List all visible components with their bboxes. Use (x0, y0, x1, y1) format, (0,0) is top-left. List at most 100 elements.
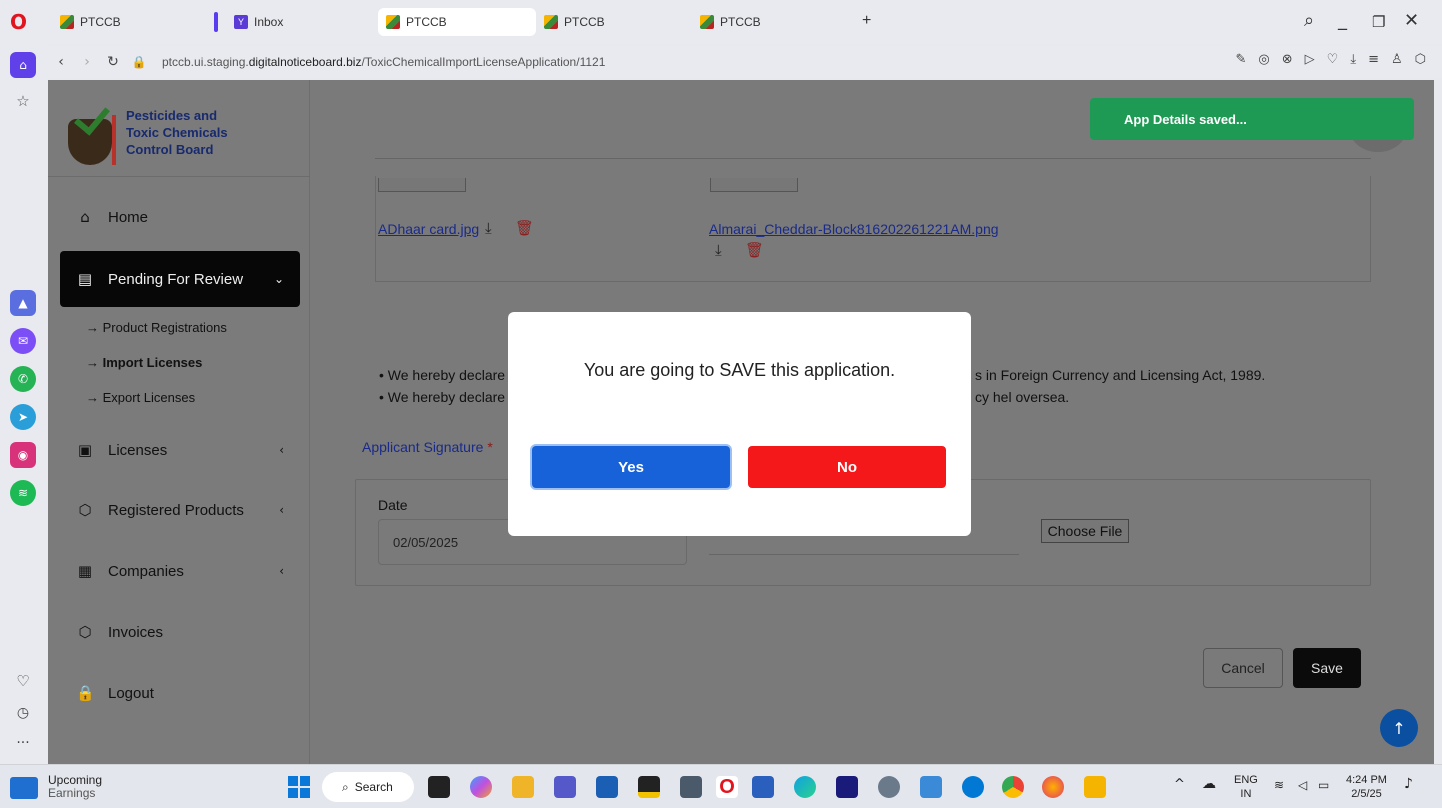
tab-inbox[interactable]: Y Inbox (214, 8, 376, 36)
whatsapp-icon[interactable]: ✆ (10, 366, 36, 392)
sidebar-item-home[interactable]: ⌂ Home (60, 190, 300, 244)
minimize-icon[interactable]: _ (1338, 10, 1347, 31)
opera-sidebar: ⌂ ☆ ▲ ✉ ✆ ➤ ◉ ≋ ♡ ◷ ··· (0, 44, 48, 764)
wifi-icon[interactable]: ≋ (1274, 778, 1284, 792)
notification-bell-icon[interactable]: ♪ (1404, 777, 1413, 791)
trash-icon[interactable]: 🗑 (745, 241, 764, 259)
yes-button[interactable]: Yes (532, 446, 730, 488)
taskbar-search[interactable]: ⌕ Search (322, 772, 414, 802)
volume-icon[interactable]: ◁ (1298, 778, 1307, 792)
teams-icon[interactable] (554, 776, 576, 798)
tab-ptccb-3[interactable]: PTCCB (536, 8, 686, 36)
sidebar-item-pending-for-review[interactable]: ▤ Pending For Review ⌄ (60, 251, 300, 307)
photos-icon[interactable] (920, 776, 942, 798)
stocks-widget-icon[interactable] (10, 777, 38, 799)
onedrive-icon[interactable]: ☁ (1202, 777, 1216, 791)
history-icon[interactable]: ◷ (10, 700, 36, 726)
chrome-icon[interactable] (1002, 776, 1024, 798)
task-view-icon[interactable] (428, 776, 450, 798)
declaration-line-2-start: • We hereby declare (379, 389, 506, 405)
chevron-up-icon[interactable]: ^ (1174, 778, 1185, 792)
tab-ptccb-4[interactable]: PTCCB (692, 8, 842, 36)
telegram-icon[interactable]: ➤ (10, 404, 36, 430)
menu-icon[interactable]: ≡ (1368, 52, 1379, 67)
download-icon[interactable]: ⤓ (715, 241, 722, 259)
star-icon[interactable]: ☆ (10, 88, 36, 114)
widget-text[interactable]: Upcoming Earnings (48, 774, 102, 800)
choose-file-button[interactable]: Choose File (1041, 519, 1129, 543)
sticky-notes-icon[interactable] (638, 776, 660, 798)
search-icon: ⌕ (342, 779, 349, 794)
no-button[interactable]: No (748, 446, 946, 488)
restore-icon[interactable]: ❐ (1372, 13, 1385, 31)
chevron-down-icon: ⌄ (273, 272, 284, 286)
invoice-icon: ⬡ (78, 623, 92, 641)
back-arrow-icon[interactable]: ‹ (48, 54, 74, 70)
scroll-to-top-button[interactable]: ↑ (1380, 709, 1418, 747)
messenger-icon[interactable]: ✉ (10, 328, 36, 354)
instagram-icon[interactable]: ◉ (10, 442, 36, 468)
spotify-icon[interactable]: ≋ (10, 480, 36, 506)
download-icon[interactable]: ⤓ (485, 219, 492, 237)
attachment-link-2[interactable]: Almarai_Cheddar-Block816202261221AM.png (709, 221, 999, 237)
opera-taskbar-icon[interactable]: O (716, 776, 738, 798)
settings-gear-icon[interactable] (878, 776, 900, 798)
trash-icon[interactable]: 🗑 (515, 219, 534, 237)
ptccb-logo: Pesticides and Toxic Chemicals Control B… (62, 94, 282, 170)
ptccb-favicon-icon (60, 15, 74, 29)
close-icon[interactable]: ✕ (1404, 10, 1419, 31)
edge-icon[interactable] (794, 776, 816, 798)
date-label: Date (378, 497, 408, 513)
windows-start-icon[interactable] (288, 776, 310, 798)
opera-logo-icon[interactable]: O (10, 12, 28, 32)
home-icon[interactable]: ⌂ (10, 52, 36, 78)
word-icon[interactable] (752, 776, 774, 798)
calculator-icon[interactable] (680, 776, 702, 798)
reload-icon[interactable]: ↻ (100, 54, 126, 70)
sidebar-item-registered-products[interactable]: ⬡ Registered Products ‹ (60, 483, 300, 537)
attachment-link-1[interactable]: ADhaar card.jpg (378, 221, 479, 237)
firefox-icon[interactable] (1042, 776, 1064, 798)
declaration-line-1-end: s in Foreign Currency and Licensing Act,… (975, 367, 1266, 383)
heart-icon[interactable]: ♡ (1327, 52, 1339, 67)
heart-icon[interactable]: ♡ (10, 668, 36, 694)
download-icon[interactable]: ⤓ (1350, 52, 1356, 67)
signature-underline (709, 554, 1019, 555)
skype-icon[interactable] (962, 776, 984, 798)
ptccb-favicon-icon (386, 15, 400, 29)
store-icon[interactable] (596, 776, 618, 798)
language-indicator[interactable]: ENG IN (1234, 773, 1258, 801)
declaration-line-2-end: cy hel oversea. (975, 389, 1070, 405)
forward-arrow-icon[interactable]: › (74, 54, 100, 70)
cube-icon[interactable]: ⬡ (1415, 52, 1426, 67)
camera-icon[interactable]: ◎ (1258, 52, 1269, 67)
declaration-line-1-start: • We hereby declare (379, 367, 506, 383)
url-field[interactable]: ptccb.ui.staging.digitalnoticeboard.biz/… (162, 55, 605, 69)
tab-ptccb-active[interactable]: PTCCB (378, 8, 536, 36)
new-tab-plus-icon[interactable]: + (862, 12, 871, 30)
sidebar-item-companies[interactable]: ▦ Companies ‹ (60, 544, 300, 598)
file-explorer-icon[interactable] (512, 776, 534, 798)
aria-icon[interactable]: ▲ (10, 290, 36, 316)
app-sidebar: Pesticides and Toxic Chemicals Control B… (48, 80, 310, 764)
sidebar-subitem-export-licenses[interactable]: → Export Licenses (86, 390, 195, 405)
battery-icon[interactable]: ▭ (1318, 778, 1329, 792)
save-button[interactable]: Save (1293, 648, 1361, 688)
clock[interactable]: 4:24 PM 2/5/25 (1346, 773, 1387, 801)
copilot-icon[interactable] (470, 776, 492, 798)
app-icon[interactable] (1084, 776, 1106, 798)
sidebar-subitem-import-licenses[interactable]: → Import Licenses (86, 355, 202, 370)
ide-icon[interactable] (836, 776, 858, 798)
more-icon[interactable]: ··· (10, 730, 36, 756)
edit-icon[interactable]: ✎ (1236, 52, 1247, 67)
sidebar-subitem-product-registrations[interactable]: → Product Registrations (86, 320, 227, 335)
shield-icon[interactable]: ⊗ (1282, 52, 1293, 67)
sidebar-item-logout[interactable]: 🔒 Logout (60, 666, 300, 720)
play-icon[interactable]: ▷ (1305, 52, 1315, 67)
sidebar-item-licenses[interactable]: ▣ Licenses ‹ (60, 423, 300, 477)
cancel-button[interactable]: Cancel (1203, 648, 1283, 688)
sidebar-item-invoices[interactable]: ⬡ Invoices (60, 605, 300, 659)
tab-ptccb-1[interactable]: PTCCB (52, 8, 202, 36)
search-tabs-icon[interactable]: ⌕ (1304, 10, 1314, 31)
profile-icon[interactable]: ♙ (1391, 52, 1403, 67)
